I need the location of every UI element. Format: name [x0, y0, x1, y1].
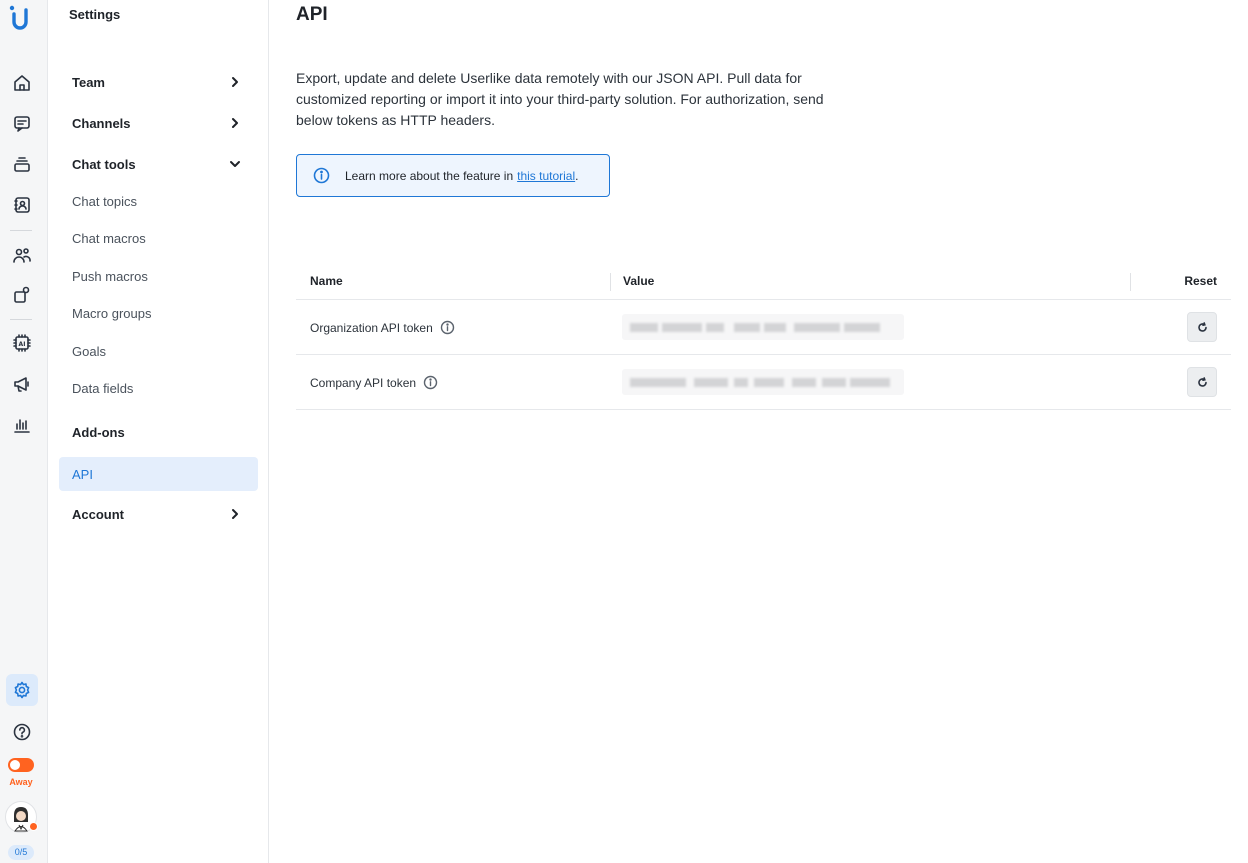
settings-title: Settings	[69, 7, 121, 22]
info-suffix: .	[575, 168, 579, 183]
chat-icon[interactable]	[6, 108, 38, 140]
settings-gear-icon[interactable]	[6, 674, 38, 706]
sidebar-item-team[interactable]: Team	[59, 65, 258, 99]
main-content: API Export, update and delete Userlike d…	[269, 0, 1248, 863]
presence-toggle[interactable]	[8, 758, 34, 772]
sidebar-item-chat-macros[interactable]: Chat macros	[59, 221, 258, 255]
sidebar-item-label: Add-ons	[72, 424, 125, 440]
sidebar-item-label: Account	[72, 506, 124, 522]
column-header-reset: Reset	[1184, 274, 1217, 288]
sidebar-item-label: Chat topics	[72, 193, 138, 209]
settings-sidebar: Settings Team Channels Chat tools Chat t…	[48, 0, 269, 863]
presence-label: Away	[9, 777, 33, 787]
help-icon[interactable]	[6, 716, 38, 748]
avatar[interactable]	[5, 801, 38, 833]
token-name-cell: Organization API token	[310, 320, 455, 335]
sidebar-item-label: Macro groups	[72, 305, 152, 321]
info-icon[interactable]	[440, 320, 455, 335]
chevron-right-icon	[228, 116, 242, 130]
token-value-blurred[interactable]	[622, 314, 904, 340]
analytics-icon[interactable]	[6, 409, 38, 441]
column-header-name: Name	[310, 274, 343, 288]
sidebar-item-push-macros[interactable]: Push macros	[59, 259, 258, 293]
sidebar-item-label: Channels	[72, 115, 131, 131]
sidebar-item-label: Push macros	[72, 268, 148, 284]
page-title: API	[296, 4, 328, 25]
integrations-icon[interactable]	[6, 279, 38, 311]
status-dot	[29, 822, 38, 831]
sidebar-item-data-fields[interactable]: Data fields	[59, 371, 258, 405]
info-icon[interactable]	[423, 375, 438, 390]
sidebar-item-label: Chat macros	[72, 230, 146, 246]
api-tokens-table: Name Value Reset Organization API token	[296, 264, 1231, 410]
contacts-icon[interactable]	[6, 189, 38, 221]
table-row: Company API token	[296, 355, 1231, 410]
ai-chip-icon[interactable]: AI	[6, 327, 38, 359]
userlike-logo-icon[interactable]	[8, 4, 32, 32]
sidebar-item-account[interactable]: Account	[59, 497, 258, 531]
page-description: Export, update and delete Userlike data …	[296, 70, 824, 128]
chevron-right-icon	[228, 507, 242, 521]
token-name: Company API token	[310, 375, 417, 390]
info-banner: Learn more about the feature in this tut…	[296, 154, 610, 197]
chevron-right-icon	[228, 75, 242, 89]
token-name: Organization API token	[310, 320, 433, 335]
svg-text:AI: AI	[19, 341, 26, 348]
table-header: Name Value Reset	[296, 264, 1231, 300]
reset-token-button[interactable]	[1187, 367, 1217, 397]
sidebar-item-label: Goals	[72, 343, 106, 359]
sidebar-item-chat-topics[interactable]: Chat topics	[59, 184, 258, 218]
chevron-down-icon	[228, 157, 242, 171]
sidebar-item-chat-tools[interactable]: Chat tools	[59, 147, 258, 181]
sidebar-item-label: API	[72, 466, 93, 482]
sidebar-item-label: Team	[72, 74, 105, 90]
refresh-icon	[1197, 376, 1207, 387]
chat-slots-badge: 0/5	[8, 845, 34, 860]
column-header-value: Value	[623, 274, 655, 288]
sidebar-item-add-ons[interactable]: Add-ons	[59, 415, 258, 449]
inbox-stack-icon[interactable]	[6, 148, 38, 180]
token-value-blurred[interactable]	[622, 369, 904, 395]
info-icon	[313, 167, 330, 184]
table-row: Organization API token	[296, 300, 1231, 355]
reset-token-button[interactable]	[1187, 312, 1217, 342]
sidebar-item-macro-groups[interactable]: Macro groups	[59, 296, 258, 330]
home-icon[interactable]	[6, 67, 38, 99]
megaphone-icon[interactable]	[6, 368, 38, 400]
sidebar-item-api[interactable]: API	[59, 457, 258, 491]
refresh-icon	[1197, 321, 1207, 332]
team-icon[interactable]	[6, 239, 38, 271]
sidebar-item-channels[interactable]: Channels	[59, 106, 258, 140]
sidebar-item-label: Chat tools	[72, 156, 136, 172]
app-rail: AI Away 0/5	[0, 0, 48, 863]
sidebar-item-label: Data fields	[72, 380, 134, 396]
info-text: Learn more about the feature in	[345, 168, 514, 183]
sidebar-item-goals[interactable]: Goals	[59, 334, 258, 368]
tutorial-link[interactable]: this tutorial	[517, 169, 575, 183]
token-name-cell: Company API token	[310, 375, 438, 390]
